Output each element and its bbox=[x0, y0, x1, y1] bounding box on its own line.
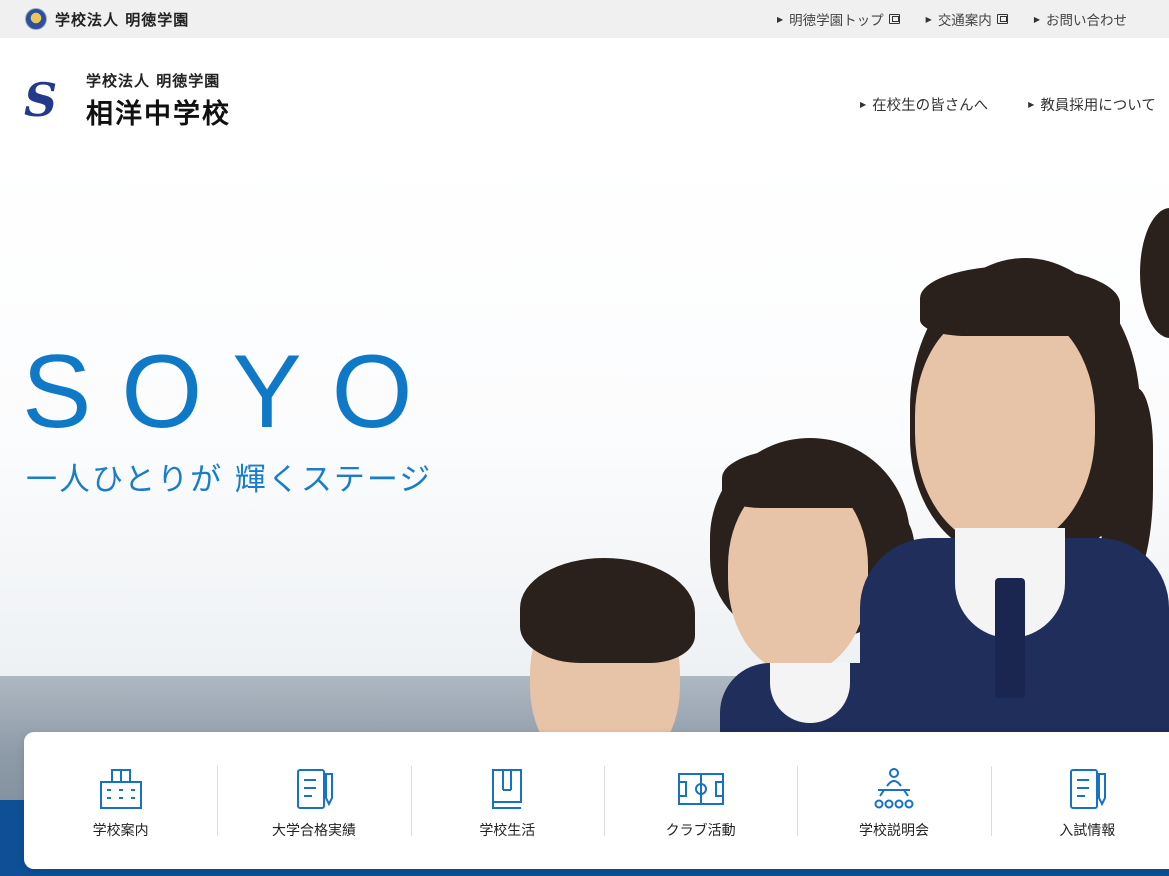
org-name: 学校法人 明徳学園 bbox=[55, 10, 190, 29]
arrow-right-icon: ▶ bbox=[925, 14, 932, 24]
top-link-access[interactable]: ▶ 交通案内 bbox=[926, 9, 1008, 29]
school-building-icon bbox=[99, 769, 142, 809]
nav-current-students[interactable]: ▶ 在校生の皆さんへ bbox=[860, 94, 988, 115]
menu-university-results[interactable]: 大学合格実績 bbox=[217, 732, 410, 869]
hero-title: SOYO bbox=[22, 334, 443, 450]
menu-label: 学校説明会 bbox=[858, 823, 929, 839]
nav-label: 教員採用について bbox=[1040, 98, 1156, 114]
presentation-audience-icon bbox=[874, 768, 914, 809]
top-link-meitoku[interactable]: ▶ 明徳学園トップ bbox=[777, 9, 900, 29]
menu-label: 学校生活 bbox=[479, 823, 536, 839]
seal-icon bbox=[25, 8, 47, 30]
document-pen-icon bbox=[296, 769, 333, 809]
top-link-contact[interactable]: ▶ お問い合わせ bbox=[1034, 9, 1127, 29]
arrow-right-icon: ▶ bbox=[1033, 14, 1040, 24]
site-header: S 学校法人 明徳学園 相洋中学校 ▶ 在校生の皆さんへ ▶ 教員採用について bbox=[0, 38, 1169, 148]
menu-label: 大学合格実績 bbox=[271, 823, 356, 839]
nav-teacher-recruitment[interactable]: ▶ 教員採用について bbox=[1028, 94, 1156, 115]
header-nav: ▶ 在校生の皆さんへ ▶ 教員採用について bbox=[860, 94, 1169, 115]
top-link-label: 明徳学園トップ bbox=[789, 13, 884, 29]
sports-field-icon bbox=[677, 773, 724, 805]
top-utility-bar: 学校法人 明徳学園 ▶ 明徳学園トップ ▶ 交通案内 ▶ お問い合わせ bbox=[0, 0, 1169, 38]
top-link-label: 交通案内 bbox=[937, 13, 992, 29]
menu-club-activities[interactable]: クラブ活動 bbox=[603, 732, 797, 869]
school-emblem-icon: S bbox=[24, 73, 58, 127]
menu-school-guide[interactable]: 学校案内 bbox=[24, 732, 217, 869]
external-link-icon bbox=[888, 14, 900, 24]
menu-label: 入試情報 bbox=[1059, 823, 1116, 839]
exam-document-icon bbox=[1070, 769, 1107, 809]
logo-school-name: 相洋中学校 bbox=[86, 98, 231, 130]
logo-subtitle: 学校法人 明徳学園 bbox=[86, 71, 221, 90]
menu-label: 学校案内 bbox=[92, 823, 149, 839]
quick-menu: 学校案内 大学合格実績 学校生活 クラブ活動 学校説明会 入試情報 bbox=[24, 732, 1169, 869]
arrow-right-icon: ▶ bbox=[1028, 100, 1035, 109]
utility-links: ▶ 明徳学園トップ ▶ 交通案内 ▶ お問い合わせ bbox=[777, 0, 1153, 38]
book-icon bbox=[492, 769, 523, 809]
arrow-right-icon: ▶ bbox=[777, 14, 784, 24]
top-link-label: お問い合わせ bbox=[1045, 13, 1127, 29]
site-logo[interactable]: S 学校法人 明徳学園 相洋中学校 bbox=[24, 68, 231, 132]
menu-label: クラブ活動 bbox=[665, 823, 736, 839]
nav-label: 在校生の皆さんへ bbox=[872, 98, 989, 114]
arrow-right-icon: ▶ bbox=[860, 100, 867, 109]
menu-info-session[interactable]: 学校説明会 bbox=[797, 732, 990, 869]
menu-school-life[interactable]: 学校生活 bbox=[410, 732, 604, 869]
org-link[interactable]: 学校法人 明徳学園 bbox=[25, 8, 189, 30]
external-link-icon bbox=[996, 14, 1008, 24]
hero-tagline: 一人ひとりが 輝くステージ bbox=[26, 462, 433, 498]
menu-admission-info[interactable]: 入試情報 bbox=[990, 732, 1169, 869]
